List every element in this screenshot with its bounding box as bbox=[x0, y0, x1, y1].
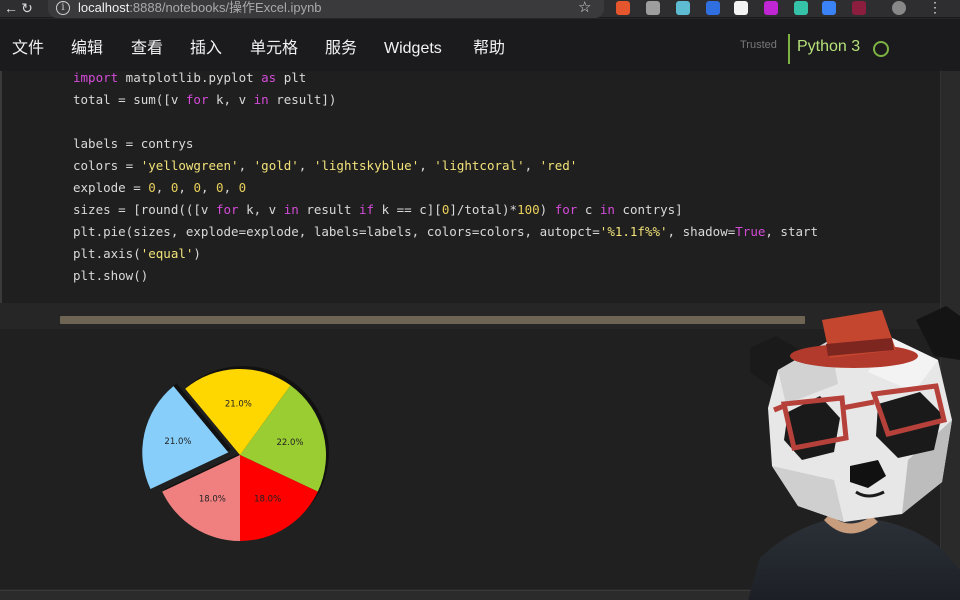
menu-cell[interactable]: 单元格 bbox=[250, 39, 298, 59]
menu-widgets[interactable]: Widgets bbox=[384, 39, 442, 59]
menu-view[interactable]: 查看 bbox=[131, 39, 163, 59]
kernel-separator bbox=[788, 34, 790, 64]
menu-file[interactable]: 文件 bbox=[12, 39, 44, 59]
pie-chart: 22.0% Canada 18.0% Mexico 18.0% Germany 21.0% U… bbox=[60, 351, 369, 545]
avatar[interactable] bbox=[892, 1, 906, 15]
code-line[interactable]: total = sum([v for k, v in result]) bbox=[73, 89, 818, 111]
menu-kernel[interactable]: 服务 bbox=[325, 39, 357, 59]
pie-percent-label: 21.0% bbox=[225, 399, 252, 409]
pie-category-label: United States of America bbox=[60, 427, 131, 437]
panda-right-ear bbox=[916, 306, 960, 360]
menu-help[interactable]: 帮助 bbox=[473, 39, 505, 59]
code-cell-input[interactable]: import matplotlib.pyplot as plt total = s… bbox=[0, 71, 940, 303]
code-line[interactable]: import matplotlib.pyplot as plt bbox=[73, 71, 818, 89]
code-line[interactable]: plt.show() bbox=[73, 265, 818, 287]
notebook-menubar: 文件 编辑 查看 插入 单元格 服务 Widgets 帮助 Trusted Py… bbox=[0, 19, 960, 71]
extension-icon[interactable] bbox=[706, 1, 720, 15]
extension-icon[interactable] bbox=[794, 1, 808, 15]
pie-percent-label: 18.0% bbox=[199, 495, 226, 505]
kernel-name[interactable]: Python 3 bbox=[797, 38, 860, 56]
extension-icon[interactable] bbox=[822, 1, 836, 15]
extension-icon[interactable] bbox=[734, 1, 748, 15]
reload-icon[interactable]: ↻ bbox=[18, 0, 36, 18]
url-text[interactable]: localhost:8888/notebooks/操作Excel.ipynb bbox=[78, 0, 322, 16]
code-line[interactable]: colors = 'yellowgreen', 'gold', 'lightsk… bbox=[73, 155, 818, 177]
extension-icon[interactable] bbox=[646, 1, 660, 15]
pie-category-label: Mexico bbox=[294, 535, 324, 545]
code-line[interactable]: labels = contrys bbox=[73, 133, 818, 155]
presenter-webcam bbox=[748, 306, 960, 600]
code-line[interactable] bbox=[73, 111, 818, 133]
pie-percent-label: 18.0% bbox=[254, 495, 281, 505]
menu-insert[interactable]: 插入 bbox=[190, 39, 222, 59]
browser-toolbar: ← ↻ i localhost:8888/notebooks/操作Excel.i… bbox=[0, 0, 960, 18]
code-line[interactable]: sizes = [round(([v for k, v in result if… bbox=[73, 199, 818, 221]
menu-edit[interactable]: 编辑 bbox=[71, 39, 103, 59]
pie-percent-label: 22.0% bbox=[276, 438, 303, 448]
kernel-status-icon bbox=[873, 41, 889, 57]
pie-percent-label: 21.0% bbox=[164, 437, 191, 447]
site-info-icon[interactable]: i bbox=[56, 1, 70, 15]
extension-icon[interactable] bbox=[616, 1, 630, 15]
code-line[interactable]: plt.pie(sizes, explode=explode, labels=l… bbox=[73, 221, 818, 243]
address-bar[interactable]: i localhost:8888/notebooks/操作Excel.ipynb bbox=[48, 0, 604, 18]
pie-category-label: France bbox=[223, 351, 251, 361]
pie-category-label: Canada bbox=[337, 426, 369, 436]
star-icon[interactable]: ☆ bbox=[578, 0, 591, 15]
extension-icon[interactable] bbox=[764, 1, 778, 15]
extension-icon[interactable] bbox=[852, 1, 866, 15]
code-editor[interactable]: import matplotlib.pyplot as plt total = s… bbox=[73, 71, 818, 287]
code-line[interactable]: explode = 0, 0, 0, 0, 0 bbox=[73, 177, 818, 199]
trusted-indicator[interactable]: Trusted bbox=[740, 39, 777, 51]
code-line[interactable]: plt.axis('equal') bbox=[73, 243, 818, 265]
kebab-menu-icon[interactable]: ⋮ bbox=[928, 0, 942, 15]
extension-icon[interactable] bbox=[676, 1, 690, 15]
horizontal-scrollbar[interactable] bbox=[60, 316, 805, 324]
pie-category-label: Germany bbox=[147, 535, 186, 545]
